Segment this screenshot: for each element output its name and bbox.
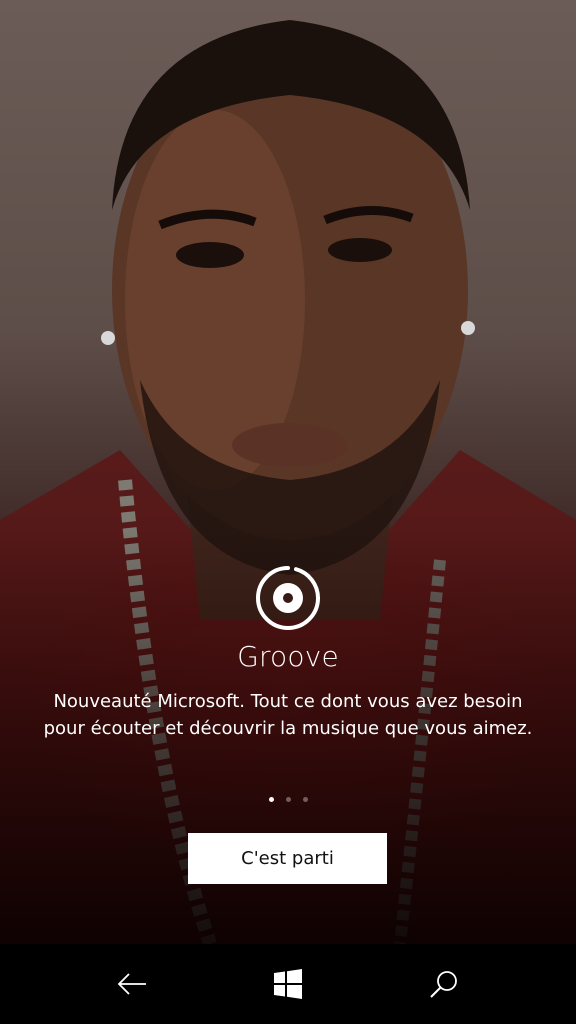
- app-description: Nouveauté Microsoft. Tout ce dont vous a…: [20, 688, 556, 742]
- back-arrow-icon: [117, 973, 146, 995]
- get-started-button[interactable]: C'est parti: [188, 833, 387, 884]
- description-line-1: Nouveauté Microsoft. Tout ce dont vous a…: [53, 691, 523, 712]
- search-button[interactable]: [404, 944, 484, 1024]
- search-icon: [430, 971, 457, 998]
- description-line-2: pour écouter et découvrir la musique que…: [43, 718, 533, 739]
- page-dot-2[interactable]: [285, 797, 291, 802]
- page-dot-3[interactable]: [302, 797, 308, 802]
- back-button[interactable]: [92, 944, 172, 1024]
- hero-artist-photo: [0, 0, 576, 944]
- start-button[interactable]: [248, 944, 328, 1024]
- page-dot-1[interactable]: [268, 797, 274, 802]
- groove-disc-icon: [254, 564, 322, 632]
- system-nav-bar: [0, 944, 576, 1024]
- app-title: Groove: [237, 640, 339, 673]
- groove-welcome-screen: Groove Nouveauté Microsoft. Tout ce dont…: [0, 0, 576, 1024]
- page-indicator: [0, 797, 576, 802]
- windows-logo-icon: [274, 969, 302, 999]
